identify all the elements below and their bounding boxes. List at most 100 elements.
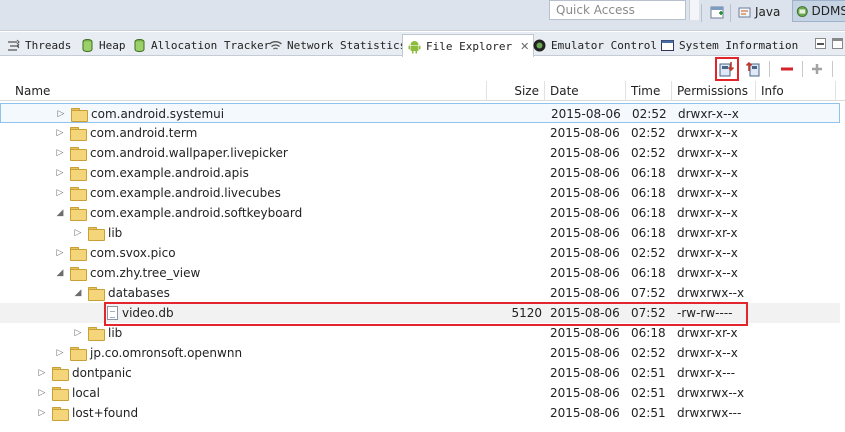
- tab-file-explorer[interactable]: File Explorer ✕: [402, 34, 535, 57]
- name-cell: ◢ databases: [72, 283, 170, 303]
- name-label: databases: [108, 286, 170, 300]
- push-file-icon: [745, 61, 760, 77]
- push-file-button[interactable]: [744, 60, 762, 78]
- name-label: local: [72, 386, 100, 400]
- permissions-cell: drwxrwx---: [677, 406, 742, 420]
- perspective-ddms[interactable]: DDMS: [792, 0, 845, 22]
- name-label: jp.co.omronsoft.openwnn: [90, 346, 243, 360]
- size-cell: [487, 163, 542, 183]
- perspective-separator: [701, 4, 702, 22]
- permissions-cell: drwxr-x--x: [677, 186, 738, 200]
- delete-button[interactable]: [778, 60, 796, 78]
- expand-toggle-icon[interactable]: ▷: [54, 143, 66, 163]
- maximize-view-button[interactable]: [832, 38, 843, 49]
- time-cell: 07:52: [631, 286, 666, 300]
- column-header-info[interactable]: Info: [756, 81, 836, 101]
- new-folder-button[interactable]: [808, 60, 826, 78]
- folder-icon: [70, 247, 87, 261]
- folder-row[interactable]: ▷ com.android.wallpaper.livepicker 2015-08…: [0, 143, 840, 163]
- collapse-toggle-icon[interactable]: ◢: [72, 283, 84, 303]
- column-header-permissions[interactable]: Permissions: [672, 81, 756, 101]
- date-cell: 2015-08-06: [550, 346, 620, 360]
- expand-toggle-icon[interactable]: ▷: [54, 183, 66, 203]
- folder-row[interactable]: ▷ local 2015-08-06 02:51 drwxrwx--x: [0, 383, 840, 403]
- permissions-cell: drwxr-x--x: [677, 126, 738, 140]
- date-cell: 2015-08-06: [550, 366, 620, 380]
- permissions-cell: drwxr-x--x: [677, 346, 738, 360]
- folder-row[interactable]: ▷ com.example.android.apis 2015-08-06 06:18…: [0, 163, 840, 183]
- allocation-tracker-icon: [134, 38, 145, 52]
- time-cell: 02:51: [631, 366, 666, 380]
- name-label: dontpanic: [72, 366, 132, 380]
- date-cell: 2015-08-06: [550, 146, 620, 160]
- name-cell: ◢ com.example.android.softkeyboard: [54, 203, 302, 223]
- expand-toggle-icon[interactable]: ▷: [72, 223, 84, 243]
- quick-access-input[interactable]: Quick Access: [549, 0, 686, 20]
- size-cell: [487, 243, 542, 263]
- name-cell: ▷ com.android.wallpaper.livepicker: [54, 143, 288, 163]
- expand-toggle-icon[interactable]: ▷: [72, 323, 84, 343]
- expand-toggle-icon[interactable]: ▷: [54, 163, 66, 183]
- name-label: com.android.systemui: [91, 107, 225, 121]
- size-cell: [487, 343, 542, 363]
- size-cell: [487, 323, 542, 343]
- table-header: Name Size Date Time Permissions Info: [0, 81, 845, 101]
- name-cell: ▷ lost+found: [36, 403, 138, 423]
- folder-row[interactable]: ▷ dontpanic 2015-08-06 02:51 drwxr-x---: [0, 363, 840, 383]
- folder-icon: [70, 147, 87, 161]
- permissions-cell: drwxrwx--x: [677, 386, 745, 400]
- expand-toggle-icon[interactable]: ▷: [36, 363, 48, 383]
- tab-system-information[interactable]: System Information: [660, 34, 798, 56]
- heap-icon: [82, 38, 93, 52]
- tab-emulator-control[interactable]: Emulator Control: [532, 34, 657, 56]
- column-header-time[interactable]: Time: [626, 81, 672, 101]
- folder-row[interactable]: ▷ com.example.android.livecubes 2015-08-06…: [0, 183, 840, 203]
- expand-toggle-icon[interactable]: ▷: [36, 403, 48, 423]
- folder-row[interactable]: ▷ com.android.term 2015-08-06 02:52 drwxr-x-…: [0, 123, 840, 143]
- pull-file-icon: [719, 62, 735, 77]
- pull-file-button[interactable]: [715, 57, 739, 81]
- perspective-java[interactable]: Java: [734, 1, 783, 23]
- minimize-view-button[interactable]: [815, 38, 826, 49]
- collapse-toggle-icon[interactable]: ◢: [54, 203, 66, 223]
- folder-row[interactable]: ◢ com.zhy.tree_view 2015-08-06 06:18 drwxr-x…: [0, 263, 840, 283]
- tab-heap[interactable]: Heap: [80, 34, 126, 56]
- collapse-toggle-icon[interactable]: ◢: [54, 263, 66, 283]
- name-label: com.android.wallpaper.livepicker: [90, 146, 288, 160]
- date-cell: 2015-08-06: [550, 246, 620, 260]
- perspective-label: DDMS: [811, 4, 845, 18]
- threads-icon: [8, 39, 20, 51]
- folder-row[interactable]: ◢ com.example.android.softkeyboard 2015-08…: [0, 203, 840, 223]
- folder-icon: [52, 387, 69, 401]
- folder-row[interactable]: ▷ lib 2015-08-06 06:18 drwxr-xr-x: [0, 323, 840, 343]
- column-header-size[interactable]: Size: [487, 81, 545, 101]
- column-header-name[interactable]: Name: [10, 81, 487, 101]
- expand-toggle-icon[interactable]: ▷: [36, 383, 48, 403]
- column-header-date[interactable]: Date: [545, 81, 626, 101]
- folder-row[interactable]: ▷ jp.co.omronsoft.openwnn 2015-08-06 02:52 d…: [0, 343, 840, 363]
- date-cell: 2015-08-06: [550, 226, 620, 240]
- name-cell: ▷ dontpanic: [36, 363, 132, 383]
- expand-toggle-icon[interactable]: ▷: [54, 123, 66, 143]
- tab-allocation-tracker[interactable]: Allocation Tracker: [132, 34, 270, 56]
- folder-row[interactable]: ▷ com.svox.pico 2015-08-06 02:52 drwxr-x--x: [0, 243, 840, 263]
- tab-threads[interactable]: Threads: [6, 34, 71, 56]
- toolbar-separator: [769, 61, 770, 77]
- expand-toggle-icon[interactable]: ▷: [54, 343, 66, 363]
- name-cell: ▷ com.android.systemui: [55, 104, 224, 124]
- open-perspective-button[interactable]: [707, 1, 728, 23]
- expand-toggle-icon[interactable]: ▷: [55, 104, 67, 124]
- time-cell: 06:18: [631, 266, 666, 280]
- folder-row[interactable]: ◢ databases 2015-08-06 07:52 drwxrwx--x: [0, 283, 840, 303]
- expand-toggle-icon[interactable]: ▷: [54, 243, 66, 263]
- tab-label: Network Statistics: [287, 38, 407, 52]
- name-cell: ▷ com.example.android.livecubes: [54, 183, 281, 203]
- close-icon[interactable]: ✕: [520, 40, 529, 53]
- time-cell: 02:51: [631, 406, 666, 420]
- tab-network-statistics[interactable]: Network Statistics: [268, 34, 406, 56]
- folder-row[interactable]: ▷ com.android.systemui 2015-08-06 02:52 drwx…: [0, 103, 840, 123]
- folder-row[interactable]: ▷ lost+found 2015-08-06 02:51 drwxrwx---: [0, 403, 840, 423]
- folder-row[interactable]: ▷ lib 2015-08-06 06:18 drwxr-xr-x: [0, 223, 840, 243]
- permissions-cell: drwxr-x--x: [677, 166, 738, 180]
- date-cell: 2015-08-06: [550, 406, 620, 420]
